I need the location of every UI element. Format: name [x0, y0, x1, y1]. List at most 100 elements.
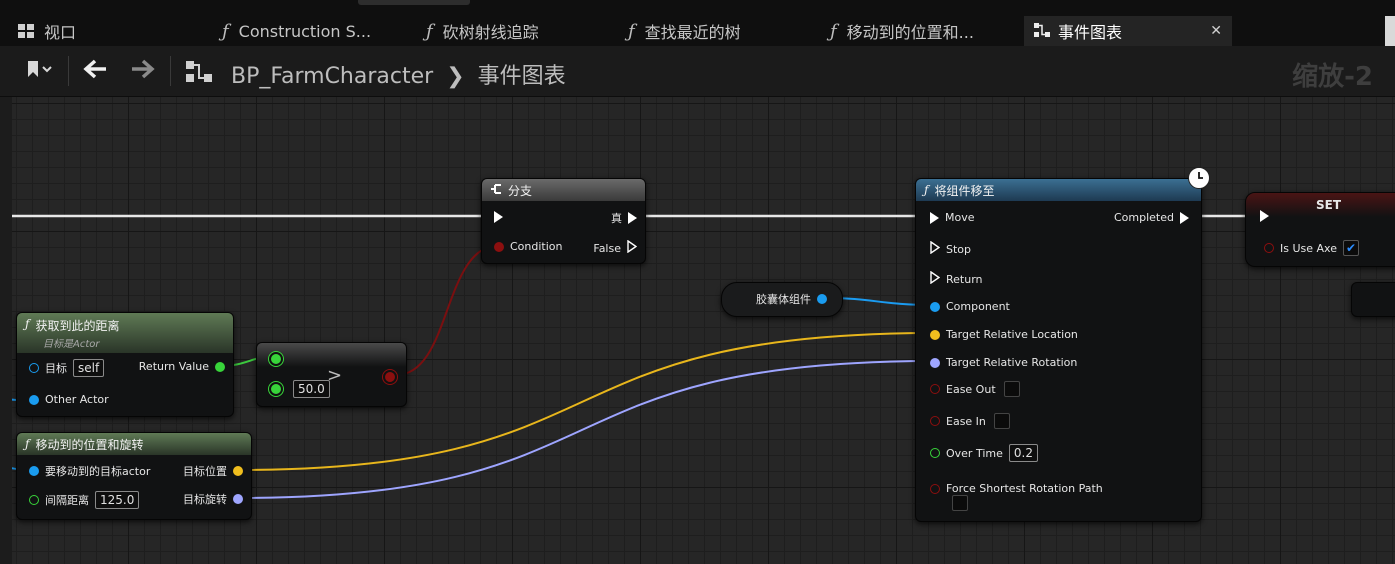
chevron-right-icon: ❯: [446, 64, 465, 89]
target-relative-location-pin[interactable]: Target Relative Location: [930, 328, 1078, 341]
completed-pin[interactable]: Completed: [1114, 211, 1189, 224]
zoom-level: 缩放-2: [1292, 62, 1373, 92]
ease-in-pin[interactable]: Ease In: [930, 413, 1010, 429]
is-use-axe-checkbox[interactable]: ✔: [1342, 240, 1359, 256]
node-title: 获取到此的距离: [35, 319, 120, 333]
float-pin-icon: [930, 448, 940, 458]
false-pin[interactable]: False: [593, 239, 638, 256]
ease-out-checkbox[interactable]: [1003, 381, 1020, 397]
exec-pin-icon: [930, 211, 939, 224]
operator-symbol: >: [327, 365, 343, 386]
toolbar-divider: [68, 56, 69, 86]
bool-pin-icon: [494, 241, 504, 252]
return-pin[interactable]: Return: [930, 270, 983, 287]
bool-pin-icon: [1264, 243, 1274, 253]
vector-pin-icon: [930, 329, 940, 340]
branch-icon: [490, 183, 502, 198]
greater-b-pin[interactable]: 50.0: [269, 380, 330, 398]
force-shortest-rotation-pin[interactable]: Force Shortest Rotation Path: [930, 482, 1103, 495]
pin-label: 要移动到的目标actor: [45, 465, 151, 478]
bool-wire: [395, 244, 501, 376]
force-shortest-rotation-checkbox[interactable]: [952, 495, 968, 511]
other-actor-pin[interactable]: Other Actor: [29, 393, 109, 406]
is-use-axe-pin[interactable]: Is Use Axe ✔: [1264, 240, 1359, 256]
target-relative-rotation-pin[interactable]: Target Relative Rotation: [930, 356, 1077, 369]
arrow-right-icon: [130, 59, 156, 83]
branch-node-header[interactable]: 分支: [482, 179, 645, 201]
bool-pin-icon: [930, 483, 940, 494]
condition-pin[interactable]: Condition: [494, 240, 563, 253]
function-icon: ƒ: [830, 20, 837, 42]
graph-canvas[interactable]: 分支 真 Condition False ƒ 将组件移至 Move Comple…: [12, 97, 1395, 564]
target-pin[interactable]: 目标 self: [29, 359, 105, 377]
over-time-input[interactable]: 0.2: [1008, 444, 1038, 462]
forward-button[interactable]: [128, 58, 158, 84]
pin-label: Return Value: [138, 360, 209, 373]
stop-pin[interactable]: Stop: [930, 240, 972, 257]
pin-label: 目标: [45, 362, 67, 375]
back-button[interactable]: [80, 58, 110, 84]
target-actor-pin[interactable]: 要移动到的目标actor: [29, 463, 150, 479]
breadcrumb-graph[interactable]: 事件图表: [478, 64, 566, 89]
gap-distance-pin[interactable]: 间隔距离 125.0: [29, 491, 140, 509]
clock-icon: [1188, 167, 1210, 189]
breadcrumb-blueprint[interactable]: BP_FarmCharacter: [231, 64, 433, 89]
true-pin[interactable]: 真: [611, 210, 637, 226]
function-icon: ƒ: [25, 437, 30, 451]
tab-find-nearest-tree[interactable]: ƒ 查找最近的树: [628, 16, 741, 46]
breadcrumb: BP_FarmCharacter ❯ 事件图表: [231, 58, 566, 90]
move-component-to-node[interactable]: ƒ 将组件移至 Move Completed Stop Return Compo…: [915, 178, 1202, 522]
set-node[interactable]: SET Is Use Axe ✔: [1245, 192, 1395, 267]
graph-icon: [1034, 22, 1050, 41]
close-icon[interactable]: ✕: [1210, 23, 1222, 39]
move-to-position-rotation-node[interactable]: ƒ 移动到的位置和旋转 要移动到的目标actor 目标位置 间隔距离 125.0…: [16, 432, 252, 520]
node-title: 将组件移至: [934, 183, 995, 198]
branch-node[interactable]: 分支 真 Condition False: [481, 178, 646, 264]
ease-in-checkbox[interactable]: [993, 413, 1010, 429]
capsule-component-pin[interactable]: 胶囊体组件: [756, 291, 827, 307]
exec-in-pin[interactable]: [494, 211, 503, 223]
compare-value-input[interactable]: 50.0: [293, 380, 330, 398]
target-location-pin[interactable]: 目标位置: [183, 463, 243, 479]
bookmark-icon: [26, 59, 52, 83]
pin-label: Force Shortest Rotation Path: [946, 482, 1103, 495]
float-pin-icon: [269, 352, 283, 366]
offscreen-node[interactable]: [1351, 282, 1395, 317]
tab-construction-script[interactable]: ƒ Construction S...: [222, 16, 371, 46]
over-time-pin[interactable]: Over Time 0.2: [930, 444, 1038, 462]
tab-chop-trace[interactable]: ƒ 砍树射线追踪: [426, 16, 539, 46]
bookmark-dropdown[interactable]: [18, 60, 60, 82]
pin-label: Is Use Axe: [1280, 241, 1337, 255]
pin-label: Component: [946, 300, 1010, 313]
get-distance-to-node[interactable]: ƒ 获取到此的距离 目标是Actor 目标 self Return Value …: [16, 312, 234, 417]
ease-out-pin[interactable]: Ease Out: [930, 381, 1020, 397]
greater-than-node[interactable]: 50.0 >: [256, 342, 407, 407]
set-exec-in-pin[interactable]: [1260, 210, 1269, 222]
exec-outline-icon: [930, 270, 941, 287]
return-value-pin[interactable]: Return Value: [139, 360, 225, 373]
float-pin-icon: [269, 382, 283, 396]
tab-event-graph[interactable]: 事件图表 ✕: [1024, 16, 1232, 46]
capsule-component-node[interactable]: 胶囊体组件: [721, 282, 843, 317]
greater-result-pin[interactable]: [383, 370, 397, 384]
node-label: 胶囊体组件: [756, 293, 811, 306]
gap-distance-input[interactable]: 125.0: [95, 491, 140, 509]
target-rotation-pin[interactable]: 目标旋转: [183, 491, 243, 507]
tab-bar: 视口 ƒ Construction S... ƒ 砍树射线追踪 ƒ 查找最近的树…: [0, 0, 1395, 46]
tab-move-to-location[interactable]: ƒ 移动到的位置和...: [830, 16, 974, 46]
bool-pin-icon: [383, 370, 397, 384]
move-component-to-header[interactable]: ƒ 将组件移至: [916, 179, 1201, 201]
function-icon: ƒ: [924, 183, 929, 197]
tab-viewport[interactable]: 视口: [18, 16, 76, 46]
tab-label: 查找最近的树: [644, 23, 741, 42]
greater-a-pin[interactable]: [269, 352, 283, 366]
pin-label: Ease In: [946, 414, 986, 428]
tab-scroll-indicator[interactable]: [358, 0, 470, 5]
exec-outline-icon: [930, 240, 941, 257]
tab-label: Construction S...: [238, 21, 372, 41]
target-input[interactable]: self: [73, 359, 105, 377]
component-pin[interactable]: Component: [930, 300, 1010, 313]
move-pin[interactable]: Move: [930, 211, 975, 224]
pin-label: Stop: [946, 242, 972, 256]
move-to-position-rotation-header[interactable]: ƒ 移动到的位置和旋转: [17, 433, 251, 455]
